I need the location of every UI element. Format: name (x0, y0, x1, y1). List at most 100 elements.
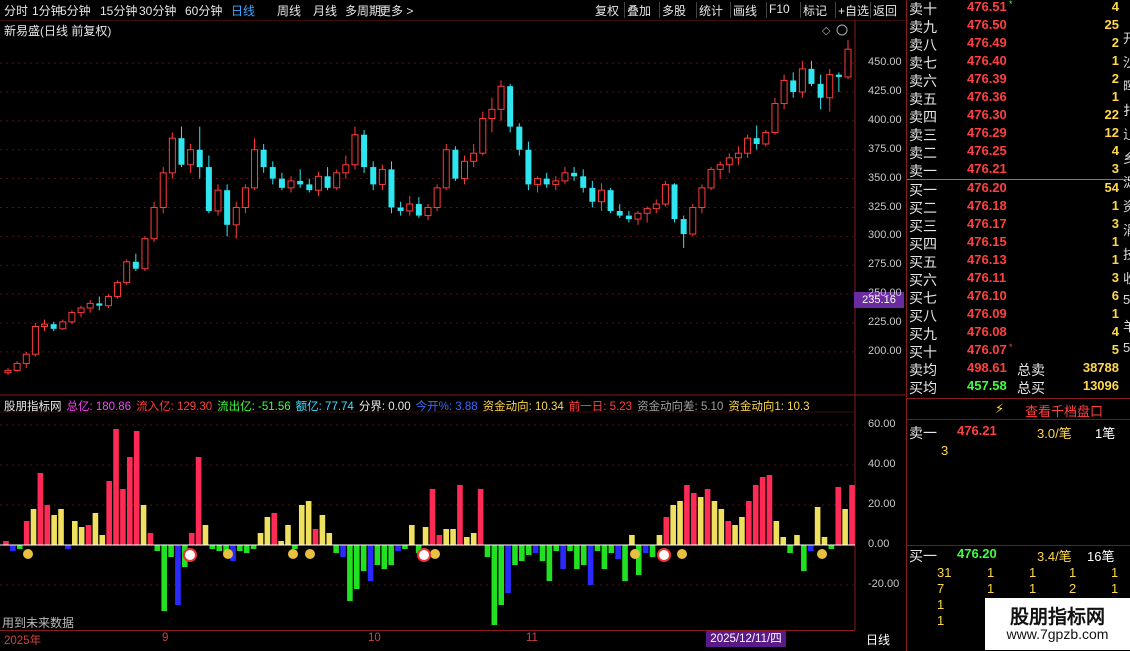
order-book-buy-row: 买一 476.20 54 (907, 180, 1130, 198)
indicator-axis-tick: -20.00 (868, 578, 900, 590)
indicator-bar (601, 545, 608, 569)
toolbar-tool-5[interactable]: F10 (769, 2, 790, 16)
order-book-sell-row: 卖二 476.25 4 (907, 143, 1130, 161)
order-price: 476.17 (967, 216, 1007, 231)
order-level-label: 卖四 (909, 109, 937, 125)
order-price: 476.29 (967, 125, 1007, 140)
indicator-bar (718, 509, 725, 545)
plus-signal-icon (183, 548, 197, 562)
candle-body (689, 207, 697, 235)
candle-body (13, 362, 21, 371)
order-book: 卖十 476.51 4 * 卖九 476.50 25 卖八 476.49 2 卖七 476.40 1 卖六… (906, 0, 1130, 398)
level2-grid-cell: 1 (937, 597, 945, 612)
indicator-bar (773, 521, 780, 545)
candle-body (251, 149, 259, 189)
toolbar-tool-7[interactable]: +自选 (838, 2, 869, 19)
indicator-bar (807, 545, 814, 551)
toolbar-period-5[interactable]: 60分钟 (185, 2, 222, 19)
candle-body (442, 149, 450, 189)
candle-body (406, 203, 414, 212)
toolbar-period-1[interactable]: 1分钟 (32, 2, 63, 19)
indicator-bar (656, 535, 663, 545)
candle-body (86, 302, 94, 309)
indicator-bar (113, 429, 119, 545)
candle-body (4, 369, 12, 374)
indicator-bar (443, 529, 449, 545)
candle-body (488, 108, 496, 120)
candle-body (479, 118, 487, 154)
toolbar-period-10[interactable]: 更多 > (379, 2, 413, 19)
indicator-bar (436, 535, 443, 545)
money-bag-icon (23, 549, 33, 559)
indicator-bar (395, 545, 401, 551)
toolbar-period-9[interactable]: 多周期 (345, 2, 381, 19)
toolbar-tool-1[interactable]: 叠加 (627, 2, 651, 19)
order-level-label: 卖六 (909, 73, 937, 89)
order-level-label: 卖二 (909, 145, 937, 161)
toolbar-period-3[interactable]: 15分钟 (100, 2, 137, 19)
indicator-value-0: 股朋指标网 (4, 401, 62, 413)
order-price: 476.11 (967, 270, 1007, 285)
indicator-bar (147, 533, 154, 545)
price-axis-tick: 400.00 (868, 113, 902, 126)
toolbar-period-4[interactable]: 30分钟 (139, 2, 176, 19)
order-price: 476.07 (967, 342, 1007, 357)
indicator-bar (835, 487, 842, 545)
indicator-bar (704, 489, 711, 545)
candle-body (753, 138, 760, 144)
avg-buy-row: 买均 457.58 总买 13096 (907, 378, 1130, 396)
chart-canvas[interactable]: ◇ (0, 20, 905, 630)
toolbar-period-0[interactable]: 分时 (4, 2, 28, 19)
toolbar-tool-8[interactable]: 返回 (873, 2, 897, 19)
candle-body (424, 207, 432, 217)
indicator-bar (188, 533, 195, 545)
total-buy-value: 13096 (1082, 378, 1119, 393)
level2-header: ⚡ 查看千档盘口 (907, 399, 1130, 420)
candle-body (159, 172, 167, 209)
toolbar-period-8[interactable]: 月线 (313, 2, 337, 19)
toolbar-tool-4[interactable]: 画线 (733, 2, 757, 19)
indicator-bar (697, 497, 704, 545)
candle-body (525, 149, 532, 185)
view-depth-link[interactable]: 查看千档盘口 (1025, 401, 1103, 420)
order-volume: 1 (1111, 53, 1119, 68)
level2-sell1-qty: 3.0/笔 (1037, 426, 1072, 441)
level2-buy1-label: 买一 (909, 548, 937, 564)
order-level-label: 买三 (909, 218, 937, 234)
order-book-buy-row: 买六 476.11 3 (907, 270, 1130, 288)
toolbar-tool-0[interactable]: 复权 (595, 2, 619, 19)
candle-body (361, 134, 368, 168)
indicator-value-8: 前一日: 5.23 (568, 401, 633, 413)
candle-body (397, 207, 404, 211)
toolbar-period-2[interactable]: 5分钟 (60, 2, 91, 19)
candle-body (333, 172, 341, 189)
price-axis-tick: 375.00 (868, 142, 902, 155)
candle-body (580, 176, 587, 188)
candle-body (790, 80, 797, 92)
candle-body (351, 134, 359, 166)
order-volume: 1 (1111, 89, 1119, 104)
indicator-bar (546, 545, 553, 581)
toolbar-period-6[interactable]: 日线 (231, 2, 255, 19)
toolbar-separator (870, 2, 871, 18)
indicator-bar (553, 545, 560, 551)
toolbar-tool-3[interactable]: 统计 (699, 2, 723, 19)
indicator-bar (10, 545, 16, 551)
indicator-bar (684, 485, 690, 545)
level2-sell1-detail: 3 (907, 443, 1130, 461)
toolbar-tool-2[interactable]: 多股 (662, 2, 686, 19)
candle-body (196, 149, 203, 168)
toolbar-period-7[interactable]: 周线 (277, 2, 301, 19)
chart-title: 新易盛(日线 前复权) (4, 24, 112, 38)
future-data-note: 用到未来数据 (2, 616, 75, 630)
level2-grid-cell: 7 (937, 581, 945, 596)
candle-body (452, 149, 459, 179)
toolbar-tool-6[interactable]: 标记 (803, 2, 827, 19)
order-volume: 1 (1111, 234, 1119, 249)
order-volume: 4 (1111, 324, 1119, 339)
order-volume: 5 (1111, 342, 1119, 357)
period-label[interactable]: 日线 (866, 631, 890, 648)
indicator-bar (340, 545, 346, 557)
candle-body (698, 187, 706, 209)
indicator-bar (388, 545, 394, 565)
